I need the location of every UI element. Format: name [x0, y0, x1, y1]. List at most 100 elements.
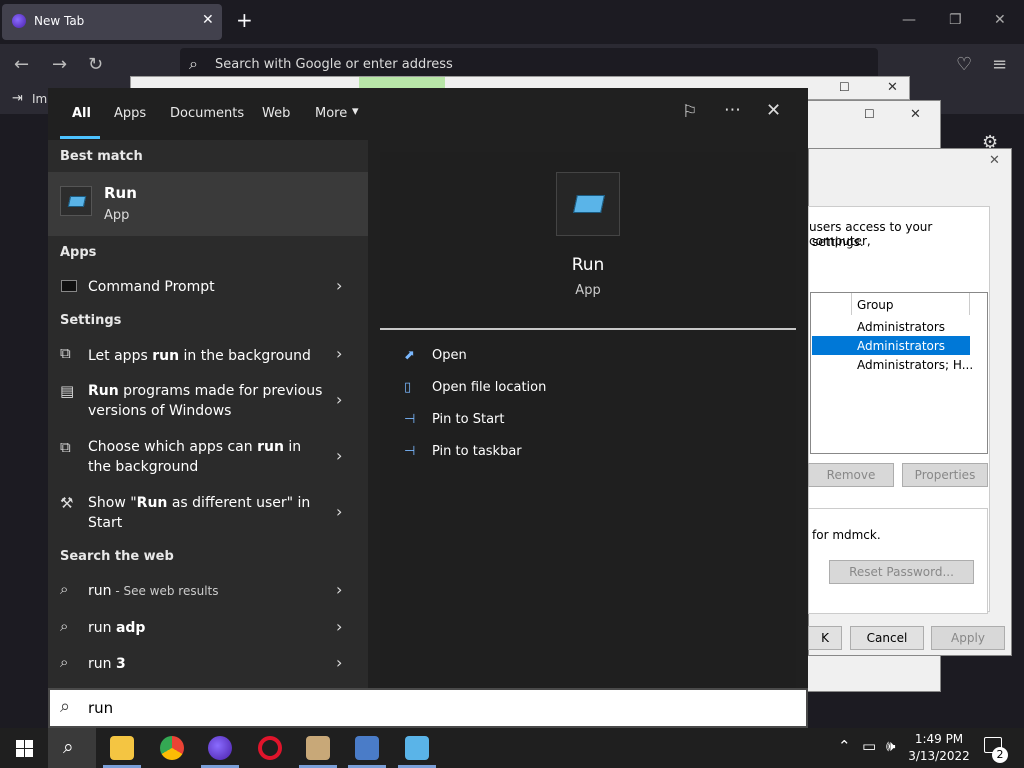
more-options-icon[interactable]: ⋯: [724, 100, 741, 120]
table-row[interactable]: Administrators; H...: [857, 358, 973, 372]
chrome-icon[interactable]: [160, 736, 184, 760]
feedback-icon[interactable]: ⚐: [682, 102, 697, 122]
setting-label: Let apps run in the background: [88, 346, 311, 366]
chevron-right-icon[interactable]: ›: [336, 276, 342, 295]
computer-management-icon[interactable]: [355, 736, 379, 760]
tab-apps[interactable]: Apps: [114, 106, 146, 121]
apps-heading: Apps: [60, 245, 97, 260]
best-match-heading: Best match: [60, 149, 143, 164]
reset-password-button[interactable]: Reset Password...: [829, 560, 974, 584]
settings-icon: ⧉: [60, 344, 71, 362]
tab-documents[interactable]: Documents: [170, 106, 244, 121]
ok-button[interactable]: K: [808, 626, 842, 650]
best-match-subtitle: App: [104, 208, 130, 223]
users-icon[interactable]: [306, 736, 330, 760]
command-prompt-icon: [61, 280, 77, 292]
new-tab-button[interactable]: +: [236, 8, 253, 32]
list-item[interactable]: ⌕ run adp ›: [48, 615, 368, 647]
maximize-icon[interactable]: ☐: [839, 80, 850, 94]
label-text: programs made for previous: [118, 383, 323, 399]
action-label: Pin to Start: [432, 412, 505, 427]
volume-icon[interactable]: 🕪: [886, 737, 895, 755]
menu-icon[interactable]: ≡: [992, 54, 1007, 75]
close-icon[interactable]: ✕: [887, 80, 898, 95]
chevron-right-icon[interactable]: ›: [336, 446, 342, 465]
chevron-right-icon[interactable]: ›: [336, 344, 342, 363]
reload-icon[interactable]: ↻: [88, 54, 103, 75]
best-match-title: Run: [104, 184, 137, 202]
list-item[interactable]: ⧉ Choose which apps can run in the backgr…: [48, 436, 368, 484]
tab-more[interactable]: More: [315, 106, 347, 121]
pin-to-start-action[interactable]: ⊣ Pin to Start: [380, 412, 796, 438]
close-icon[interactable]: ✕: [766, 100, 781, 121]
setting-label: Show "Run as different user" in Start: [88, 493, 310, 533]
import-bookmark[interactable]: Im: [32, 92, 47, 106]
search-web-heading: Search the web: [60, 549, 174, 564]
table-row[interactable]: Administrators: [857, 320, 945, 334]
search-icon: ⌕: [60, 653, 69, 671]
apply-button[interactable]: Apply: [931, 626, 1005, 650]
search-input[interactable]: ⌕ run: [48, 688, 808, 728]
list-item[interactable]: ⌕ run - See web results ›: [48, 578, 368, 610]
chevron-up-icon[interactable]: ⌃: [838, 737, 851, 755]
password-label: for mdmck.: [812, 528, 881, 542]
best-match-item[interactable]: Run App: [48, 172, 368, 236]
label-text: run: [88, 656, 116, 672]
window-close-icon[interactable]: ✕: [994, 12, 1006, 28]
label-text: Show ": [88, 495, 137, 511]
list-item[interactable]: ▤ Run programs made for previous versions…: [48, 380, 368, 428]
label-text: Start: [88, 515, 123, 531]
clock-date[interactable]: 3/13/2022: [904, 749, 974, 763]
chevron-down-icon: ▾: [352, 104, 359, 119]
chevron-right-icon[interactable]: ›: [336, 502, 342, 521]
users-list[interactable]: Group: [810, 292, 988, 454]
maximize-icon[interactable]: ☐: [864, 107, 875, 121]
forward-icon[interactable]: →: [52, 54, 67, 75]
clock-time[interactable]: 1:49 PM: [904, 732, 974, 746]
tab-title: New Tab: [34, 14, 85, 28]
windows-start-icon[interactable]: [16, 740, 33, 757]
properties-button[interactable]: Properties: [902, 463, 988, 487]
label-text: run: [88, 583, 112, 599]
open-action[interactable]: ⬈ Open: [380, 348, 796, 374]
taskbar-search-button[interactable]: ⌕: [48, 728, 96, 768]
chevron-right-icon[interactable]: ›: [336, 390, 342, 409]
search-icon: ⌕: [60, 617, 69, 635]
remote-desktop-icon[interactable]: [405, 736, 429, 760]
list-header-divider: [969, 293, 970, 315]
file-explorer-icon[interactable]: [110, 736, 134, 760]
app-name: Command Prompt: [88, 279, 215, 295]
restore-icon[interactable]: ❐: [949, 12, 962, 28]
minimize-icon[interactable]: —: [902, 12, 916, 28]
label-bold: Run: [88, 383, 119, 399]
browser-tab[interactable]: New Tab ✕: [2, 4, 222, 40]
open-file-location-action[interactable]: ▯ Open file location: [380, 380, 796, 406]
chevron-right-icon[interactable]: ›: [336, 617, 342, 636]
file-location-icon: ▯: [404, 380, 412, 395]
column-header-group[interactable]: Group: [857, 298, 894, 312]
list-item[interactable]: Command Prompt ›: [48, 274, 368, 306]
back-icon[interactable]: ←: [14, 54, 29, 75]
firefox-icon[interactable]: [208, 736, 232, 760]
action-label: Open file location: [432, 380, 547, 395]
dialog-close-icon[interactable]: ✕: [989, 153, 1000, 168]
tab-web[interactable]: Web: [262, 106, 290, 121]
remove-button[interactable]: Remove: [808, 463, 894, 487]
list-item[interactable]: ⌕ run 3 ›: [48, 651, 368, 683]
table-row[interactable]: Administrators: [857, 339, 945, 353]
list-item[interactable]: ⧉ Let apps run in the background ›: [48, 342, 368, 374]
chevron-right-icon[interactable]: ›: [336, 580, 342, 599]
pin-to-taskbar-action[interactable]: ⊣ Pin to taskbar: [380, 444, 796, 470]
list-item[interactable]: ⚒ Show "Run as different user" in Start ›: [48, 492, 368, 540]
close-tab-icon[interactable]: ✕: [202, 12, 214, 28]
settings-icon: ⧉: [60, 438, 71, 456]
opera-icon[interactable]: [258, 736, 282, 760]
cancel-button[interactable]: Cancel: [850, 626, 924, 650]
tab-all[interactable]: All: [72, 106, 91, 121]
label-text: in: [283, 439, 302, 455]
network-icon[interactable]: ▭: [862, 737, 876, 755]
pocket-icon[interactable]: ♡: [956, 54, 972, 75]
close-icon[interactable]: ✕: [910, 107, 921, 122]
label-text: run: [88, 620, 116, 636]
chevron-right-icon[interactable]: ›: [336, 653, 342, 672]
